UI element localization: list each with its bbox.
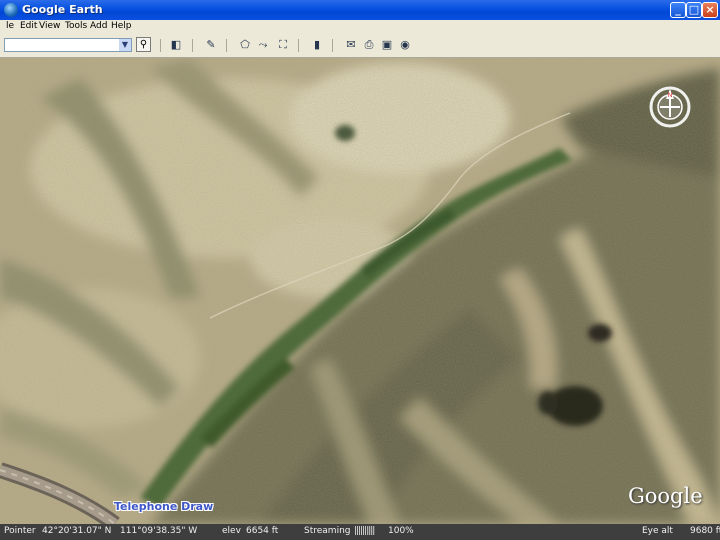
google-earth-app-icon (4, 3, 18, 17)
placemark-icon[interactable]: ✎ (204, 38, 218, 52)
elevation-label: elev (222, 526, 241, 536)
streaming-label: Streaming (304, 526, 351, 536)
streaming-percent: 100% (388, 526, 414, 536)
maximize-button[interactable]: □ (686, 2, 702, 18)
menu-view[interactable]: View (39, 21, 60, 31)
menu-tools[interactable]: Tools (65, 21, 87, 31)
menu-edit[interactable]: Edit (20, 21, 37, 31)
latitude-readout: 42°20'31.07" N (42, 526, 112, 536)
options-icon[interactable]: ◉ (398, 38, 412, 52)
toolbar: ▼ ⚲ ◧ ✎ ⬠ ⤳ ⛶ ▮ ✉ ⎙ ▣ ◉ (0, 34, 720, 58)
toolbar-separator (192, 39, 193, 52)
menu-file[interactable]: le (6, 21, 14, 31)
toolbar-separator (226, 39, 227, 52)
eye-altitude-label: Eye alt (642, 526, 673, 536)
navigation-compass-icon[interactable]: N (648, 85, 692, 129)
email-icon[interactable]: ✉ (344, 38, 358, 52)
place-label[interactable]: Telephone Draw (114, 500, 213, 513)
menu-bar: le Edit View Tools Add Help (0, 20, 720, 34)
status-bar: Pointer 42°20'31.07" N 111°09'38.35" W e… (0, 524, 720, 540)
elevation-readout: 6654 ft (246, 526, 279, 536)
ruler-icon[interactable]: ▮ (310, 38, 324, 52)
close-button[interactable]: × (702, 2, 718, 18)
search-input[interactable]: ▼ (4, 38, 132, 52)
eye-altitude-readout: 9680 ft (690, 526, 720, 536)
google-maps-icon[interactable]: ▣ (380, 38, 394, 52)
menu-add[interactable]: Add (90, 21, 107, 31)
minimize-button[interactable]: _ (670, 2, 686, 18)
toolbar-separator (160, 39, 161, 52)
print-icon[interactable]: ⎙ (362, 38, 376, 52)
longitude-readout: 111°09'38.35" W (120, 526, 198, 536)
search-go-icon[interactable]: ⚲ (136, 37, 151, 52)
window-title: Google Earth (22, 3, 103, 16)
toolbar-separator (332, 39, 333, 52)
sidebar-icon[interactable]: ◧ (169, 38, 183, 52)
title-bar: Google Earth _ □ × (0, 0, 720, 20)
menu-help[interactable]: Help (111, 21, 132, 31)
overlay-icon[interactable]: ⛶ (276, 38, 290, 52)
polygon-icon[interactable]: ⬠ (238, 38, 252, 52)
map-view[interactable]: N Telephone Draw Google (0, 58, 720, 524)
satellite-imagery (0, 58, 720, 524)
search-dropdown-icon[interactable]: ▼ (119, 39, 131, 51)
path-icon[interactable]: ⤳ (256, 38, 270, 52)
streaming-progress-bar: |||||||||| (354, 526, 375, 536)
pointer-label: Pointer (4, 526, 36, 536)
google-logo: Google (628, 484, 703, 508)
toolbar-separator (298, 39, 299, 52)
